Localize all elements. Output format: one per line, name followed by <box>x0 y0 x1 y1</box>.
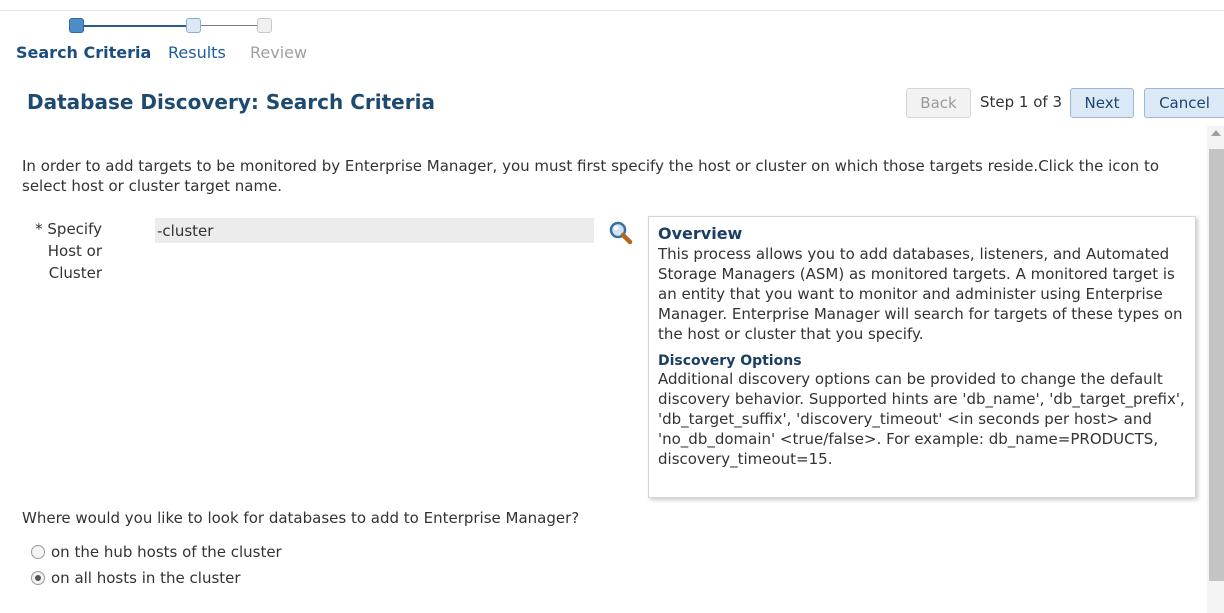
intro-instructions: In order to add targets to be monitored … <box>22 157 1160 195</box>
search-target-button[interactable] <box>607 220 637 246</box>
page-title: Database Discovery: Search Criteria <box>27 90 435 114</box>
train-label-review: Review <box>250 43 308 62</box>
train-label-search-criteria[interactable]: Search Criteria <box>16 43 151 62</box>
radio-label-all-hosts[interactable]: on all hosts in the cluster <box>51 569 241 587</box>
cancel-button[interactable]: Cancel <box>1144 88 1224 118</box>
step-indicator-text: Step 1 of 3 <box>980 93 1063 111</box>
redacted-host-prefix <box>115 218 155 243</box>
train-connector <box>84 25 186 27</box>
scrollbar-thumb[interactable] <box>1209 149 1224 581</box>
top-divider <box>0 0 1224 11</box>
host-or-cluster-input[interactable] <box>115 218 594 243</box>
overview-text: This process allows you to add databases… <box>658 245 1183 343</box>
step-train: Search Criteria Results Review <box>0 14 340 64</box>
host-field-label-text: Specify Host or Cluster <box>47 220 102 282</box>
train-label-results[interactable]: Results <box>168 43 226 62</box>
radio-option-all-hosts[interactable]: on all hosts in the cluster <box>31 569 241 587</box>
scroll-up-arrow-icon[interactable] <box>1211 130 1221 136</box>
next-button[interactable]: Next <box>1070 88 1134 118</box>
train-stop-results[interactable] <box>186 18 201 33</box>
required-asterisk: * <box>35 220 43 238</box>
search-scope-question: Where would you like to look for databas… <box>22 509 580 527</box>
discovery-options-text: Additional discovery options can be prov… <box>658 370 1185 468</box>
radio-button-unselected[interactable] <box>31 545 45 559</box>
back-button[interactable]: Back <box>906 88 971 118</box>
train-stop-review <box>257 18 272 33</box>
discovery-options-heading: Discovery Options <box>658 353 802 369</box>
train-connector <box>201 25 257 26</box>
radio-label-hub-hosts[interactable]: on the hub hosts of the cluster <box>51 543 282 561</box>
host-field-label: * Specify Host or Cluster <box>30 218 102 284</box>
radio-option-hub-hosts[interactable]: on the hub hosts of the cluster <box>31 543 282 561</box>
overview-heading: Overview <box>658 224 743 243</box>
overview-info-panel: Overview This process allows you to add … <box>648 216 1196 498</box>
magnifier-icon <box>609 221 633 245</box>
train-stop-search-criteria[interactable] <box>69 18 84 33</box>
radio-button-selected[interactable] <box>31 571 45 585</box>
